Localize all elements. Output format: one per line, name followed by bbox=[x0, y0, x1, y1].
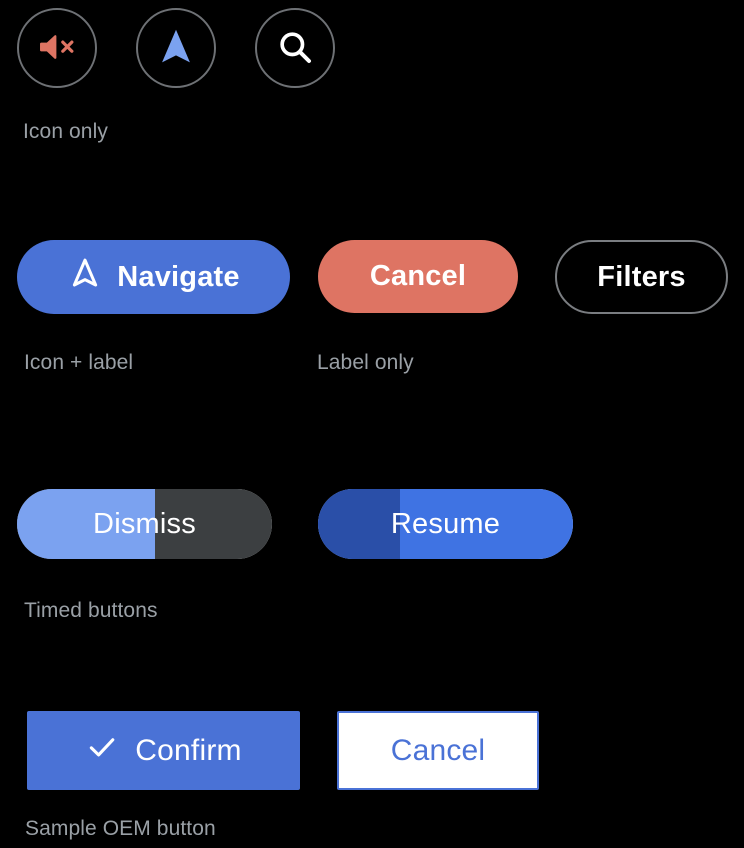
volume-mute-icon bbox=[36, 26, 78, 71]
dismiss-button-label: Dismiss bbox=[93, 507, 196, 540]
timed-buttons-label: Timed buttons bbox=[24, 599, 158, 622]
check-icon bbox=[85, 730, 119, 772]
navigate-button-label: Navigate bbox=[117, 260, 240, 293]
cancel-button[interactable]: Cancel bbox=[318, 240, 518, 313]
navigation-arrow-outline-icon bbox=[67, 255, 103, 299]
button-gallery-screen: Icon only Navigate Cancel Filters Icon +… bbox=[0, 0, 744, 848]
confirm-button-label: Confirm bbox=[135, 733, 242, 767]
navigation-arrow-icon bbox=[154, 25, 198, 72]
mute-button[interactable] bbox=[17, 8, 97, 88]
label-only-group-label: Label only bbox=[317, 351, 414, 374]
icon-label-group-label: Icon + label bbox=[24, 351, 134, 374]
dismiss-button[interactable]: Dismiss bbox=[17, 489, 272, 559]
cancel-button-label: Cancel bbox=[369, 260, 467, 292]
filters-button-label: Filters bbox=[597, 260, 686, 293]
oem-cancel-button[interactable]: Cancel bbox=[337, 711, 539, 790]
oem-button-label: Sample OEM button bbox=[25, 817, 216, 840]
confirm-button[interactable]: Confirm bbox=[27, 711, 300, 790]
filters-button[interactable]: Filters bbox=[555, 240, 728, 314]
icon-only-label: Icon only bbox=[23, 120, 108, 143]
resume-button-label: Resume bbox=[390, 507, 501, 540]
search-button[interactable] bbox=[255, 8, 335, 88]
navigation-button[interactable] bbox=[136, 8, 216, 88]
navigate-button[interactable]: Navigate bbox=[17, 240, 290, 314]
resume-button[interactable]: Resume bbox=[318, 489, 573, 559]
oem-cancel-button-label: Cancel bbox=[390, 733, 486, 767]
search-icon bbox=[275, 27, 315, 70]
